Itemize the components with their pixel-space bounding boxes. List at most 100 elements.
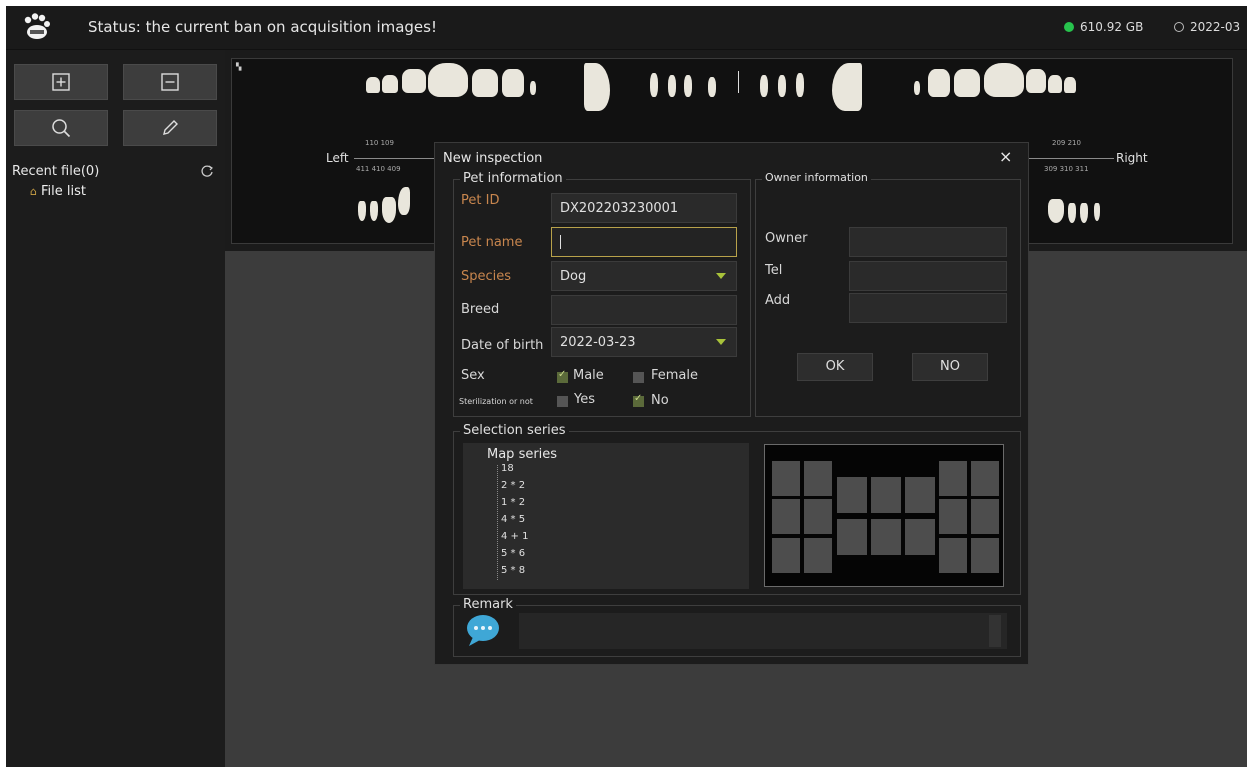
- sterilization-no-checkbox[interactable]: [633, 393, 644, 407]
- owner-field[interactable]: [849, 227, 1007, 257]
- tooth-lower[interactable]: [370, 201, 378, 221]
- pet-name-field[interactable]: [551, 227, 737, 257]
- top-bar: Status: the current ban on acquisition i…: [6, 6, 1247, 50]
- female-checkbox[interactable]: [633, 372, 644, 383]
- new-inspection-dialog: New inspection × Pet information Pet ID …: [434, 142, 1029, 665]
- tooth-upper[interactable]: [502, 69, 524, 97]
- tooth-upper[interactable]: [402, 69, 426, 93]
- tooth-upper-canine[interactable]: [832, 63, 862, 111]
- sterilization-yes-label: Yes: [574, 392, 595, 407]
- zoom-in-icon: [52, 73, 70, 91]
- tooth-upper[interactable]: [708, 77, 716, 97]
- tooth-upper[interactable]: [984, 63, 1024, 97]
- preview-cell: [971, 538, 999, 573]
- tooth-upper[interactable]: [428, 63, 468, 97]
- tooth-upper[interactable]: [530, 81, 536, 95]
- preview-cell: [971, 461, 999, 496]
- text-cursor: [560, 235, 561, 249]
- date-indicator: 2022-03: [1174, 20, 1240, 34]
- ok-button[interactable]: OK: [797, 353, 873, 381]
- tooth-upper[interactable]: [684, 75, 692, 97]
- search-icon: [52, 119, 71, 138]
- tooth-upper[interactable]: [928, 69, 950, 97]
- edit-icon: [163, 120, 178, 135]
- tooth-upper[interactable]: [760, 75, 768, 97]
- tooth-upper[interactable]: [668, 75, 676, 97]
- preview-cell: [804, 499, 832, 534]
- tooth-upper[interactable]: [382, 75, 398, 93]
- preview-cell: [772, 538, 800, 573]
- no-button[interactable]: NO: [912, 353, 988, 381]
- species-select[interactable]: Dog: [551, 261, 737, 291]
- preview-cell: [837, 519, 867, 555]
- tooth-upper[interactable]: [650, 73, 658, 97]
- tree-item[interactable]: 5 * 6: [501, 548, 525, 559]
- tree-item[interactable]: 2 * 2: [501, 480, 525, 491]
- sterilization-yes-checkbox[interactable]: [557, 396, 568, 407]
- preview-cell: [939, 538, 967, 573]
- female-label: Female: [651, 368, 699, 383]
- tooth-lower[interactable]: [358, 201, 366, 221]
- tooth-upper[interactable]: [366, 77, 380, 93]
- tooth-upper[interactable]: [796, 73, 804, 97]
- preview-cell: [939, 461, 967, 496]
- file-list-item[interactable]: ⌂ File list: [30, 184, 86, 199]
- tooth-lower[interactable]: [1068, 203, 1076, 223]
- series-layout-preview: [764, 444, 1004, 587]
- date-of-birth-label: Date of birth: [461, 338, 544, 353]
- search-button[interactable]: [14, 110, 108, 146]
- tooth-upper-canine[interactable]: [584, 63, 610, 111]
- breed-field[interactable]: [551, 295, 737, 325]
- zoom-out-button[interactable]: [123, 64, 217, 100]
- tooth-lower[interactable]: [382, 197, 396, 223]
- preview-cell: [905, 519, 935, 555]
- disk-free-value: 610.92 GB: [1080, 20, 1144, 34]
- tooth-numbers-lower-left: 411 410 409: [356, 165, 401, 173]
- tooth-lower[interactable]: [1048, 199, 1064, 223]
- tooth-lower[interactable]: [1094, 203, 1100, 221]
- zoom-in-button[interactable]: [14, 64, 108, 100]
- chart-corner-mark: ▚: [236, 63, 242, 71]
- tooth-upper[interactable]: [1026, 69, 1046, 93]
- tooth-upper[interactable]: [472, 69, 498, 97]
- tree-item[interactable]: 18: [501, 463, 514, 474]
- refresh-icon[interactable]: [200, 164, 214, 178]
- remark-input[interactable]: [519, 613, 1007, 649]
- date-of-birth-select[interactable]: 2022-03-23: [551, 327, 737, 357]
- tooth-numbers-upper-right: 209 210: [1052, 139, 1081, 147]
- preview-cell: [871, 519, 901, 555]
- tree-item[interactable]: 1 * 2: [501, 497, 525, 508]
- sterilization-label: Sterilization or not: [459, 397, 533, 406]
- tooth-upper[interactable]: [954, 69, 980, 97]
- close-icon[interactable]: ×: [999, 147, 1012, 166]
- tooth-upper[interactable]: [1064, 77, 1076, 93]
- tooth-lower[interactable]: [398, 187, 410, 215]
- date-of-birth-value: 2022-03-23: [560, 335, 636, 350]
- chevron-down-icon: [716, 339, 726, 345]
- tree-item[interactable]: 4 + 1: [501, 531, 528, 542]
- tooth-upper[interactable]: [1048, 75, 1062, 93]
- tel-field[interactable]: [849, 261, 1007, 291]
- series-tree[interactable]: Map series 18 2 * 2 1 * 2 4 * 5 4 + 1 5 …: [463, 443, 749, 589]
- edit-button[interactable]: [123, 110, 217, 146]
- address-field[interactable]: [849, 293, 1007, 323]
- species-value: Dog: [560, 269, 587, 284]
- tooth-upper[interactable]: [914, 81, 920, 95]
- tooth-upper[interactable]: [778, 75, 786, 97]
- chat-bubble-icon[interactable]: [465, 613, 501, 647]
- male-checkbox[interactable]: [557, 369, 568, 383]
- tree-item[interactable]: 5 * 8: [501, 565, 525, 576]
- species-label: Species: [461, 269, 512, 284]
- sex-label: Sex: [461, 368, 485, 383]
- tooth-lower[interactable]: [1080, 203, 1088, 223]
- preview-cell: [939, 499, 967, 534]
- tree-item[interactable]: 4 * 5: [501, 514, 525, 525]
- pet-id-field[interactable]: DX202203230001: [551, 193, 737, 223]
- preview-cell: [804, 461, 832, 496]
- tree-root-map-series[interactable]: Map series: [487, 447, 557, 462]
- paw-logo-icon: [24, 13, 50, 39]
- remark-scrollbar[interactable]: [989, 615, 1001, 647]
- dialog-title: New inspection: [443, 151, 543, 166]
- date-value: 2022-03: [1190, 20, 1241, 34]
- preview-cell: [971, 499, 999, 534]
